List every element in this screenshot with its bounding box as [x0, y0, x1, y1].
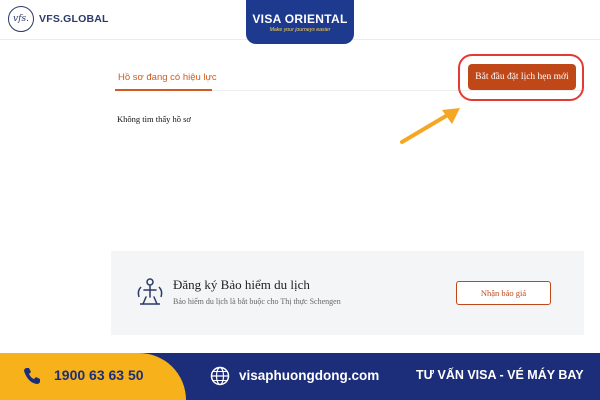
tab-active-applications[interactable]: Hồ sơ đang có hiệu lực: [118, 72, 217, 83]
vfs-logo-text: VFS.GLOBAL: [39, 13, 109, 25]
visa-oriental-banner: VISA ORIENTAL Make your journeys easier: [246, 0, 354, 44]
vfs-logo-mark: vfs.: [8, 6, 34, 32]
pointer-arrow-icon: [400, 108, 460, 144]
brand-tagline: Make your journeys easier: [269, 26, 331, 33]
insurance-umbrella-icon: [137, 278, 163, 305]
footer-slogan: TƯ VẤN VISA - VÉ MÁY BAY: [416, 368, 584, 382]
insurance-subtitle: Bảo hiểm du lịch là bắt buộc cho Thị thự…: [173, 297, 341, 306]
empty-state-message: Không tìm thấy hồ sơ: [117, 114, 191, 124]
start-new-booking-button[interactable]: Bắt đầu đặt lịch hẹn mới: [468, 64, 576, 90]
hotline-number[interactable]: 1900 63 63 50: [54, 367, 144, 383]
globe-icon: [210, 366, 230, 386]
brand-name: VISA ORIENTAL: [252, 11, 348, 26]
tab-active-indicator: [115, 89, 212, 91]
vfs-global-logo[interactable]: vfs. VFS.GLOBAL: [8, 6, 109, 32]
get-quote-button[interactable]: Nhận báo giá: [456, 281, 551, 305]
promo-footer: 1900 63 63 50 visaphuongdong.com TƯ VẤN …: [0, 353, 600, 400]
website-link[interactable]: visaphuongdong.com: [239, 368, 379, 383]
travel-insurance-card: Đăng ký Bảo hiểm du lịch Bảo hiểm du lịc…: [111, 251, 584, 335]
phone-icon: [24, 368, 40, 384]
insurance-title: Đăng ký Bảo hiểm du lịch: [173, 277, 310, 292]
